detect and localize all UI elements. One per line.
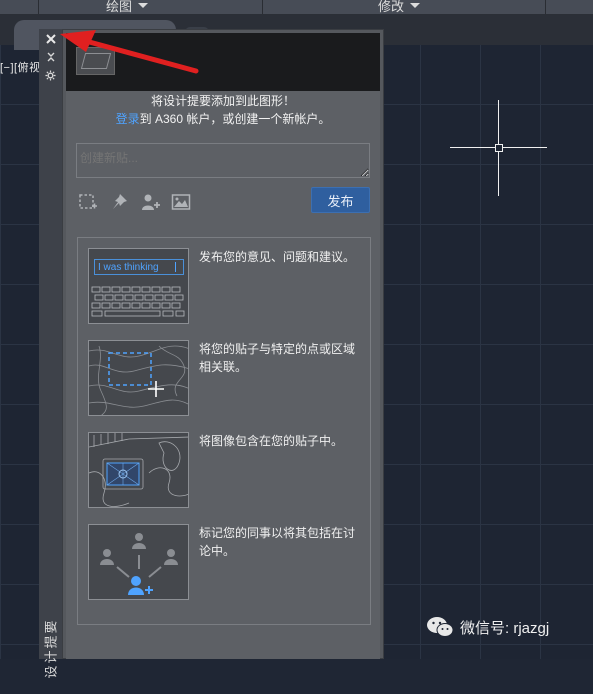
ribbon-panel-modify-label: 修改	[378, 0, 405, 14]
palette-title-label: 设计提要	[43, 618, 59, 679]
signin-message: 将设计提要添加到此图形！	[150, 94, 295, 108]
drawing-thumbnail-icon	[76, 47, 115, 75]
signin-message-rest: 到 A360 帐户，或创建一个新帐户。	[139, 112, 331, 126]
ribbon-panel-bar: 绘图 修改	[0, 0, 593, 15]
autohide-icon[interactable]	[39, 50, 62, 64]
ribbon-divider	[38, 0, 39, 14]
colleagues-icon	[100, 533, 178, 595]
ribbon-panel-draw-label: 绘图	[106, 0, 133, 14]
tip-map-image	[88, 340, 189, 416]
new-post-input[interactable]	[76, 143, 370, 178]
ribbon-panel-modify[interactable]: 修改	[378, 0, 421, 14]
topo-map-icon	[89, 345, 188, 415]
tip-text: 将图像包含在您的贴子中。	[199, 434, 344, 448]
text-cursor	[175, 262, 176, 272]
tip-text: 将您的贴子与特定的点或区域相关联。	[199, 342, 356, 374]
tip-photo-image	[88, 432, 189, 508]
palette-title: 设计提要	[39, 599, 62, 689]
select-area-icon[interactable]	[77, 191, 99, 213]
palette-title-strip[interactable]: 设计提要	[39, 29, 63, 679]
publish-button[interactable]: 发布	[311, 187, 370, 213]
chevron-down-icon	[138, 2, 149, 8]
add-person-icon[interactable]	[139, 191, 161, 213]
viewport-controls-label[interactable]: [−][俯视	[0, 59, 41, 75]
ribbon-panel-draw[interactable]: 绘图	[106, 0, 149, 14]
pin-icon[interactable]	[108, 191, 130, 213]
sample-post-text: I was thinking	[94, 259, 184, 275]
image-icon[interactable]	[170, 191, 192, 213]
photo-sketch-icon	[89, 433, 188, 507]
signin-message-line2: 登录到 A360 帐户，或创建一个新帐户。	[66, 110, 380, 127]
watermark: 微信号: rjazgj	[426, 616, 549, 638]
crosshair-pickbox	[495, 144, 503, 152]
tip-text: 发布您的意见、问题和建议。	[199, 250, 356, 264]
ribbon-divider	[262, 0, 263, 14]
close-icon[interactable]	[39, 32, 62, 46]
tip-keyboard-image: I was thinking	[88, 248, 189, 324]
tip-people-image	[88, 524, 189, 600]
wechat-icon	[426, 616, 454, 638]
keyboard-icon	[91, 286, 185, 317]
ribbon-divider	[545, 0, 546, 14]
watermark-text: 微信号: rjazgj	[460, 619, 550, 637]
login-link[interactable]: 登录	[116, 112, 140, 126]
tip-text: 标记您的同事以将其包括在讨论中。	[199, 526, 356, 558]
chevron-down-icon	[410, 2, 421, 8]
gear-icon[interactable]	[39, 68, 62, 82]
